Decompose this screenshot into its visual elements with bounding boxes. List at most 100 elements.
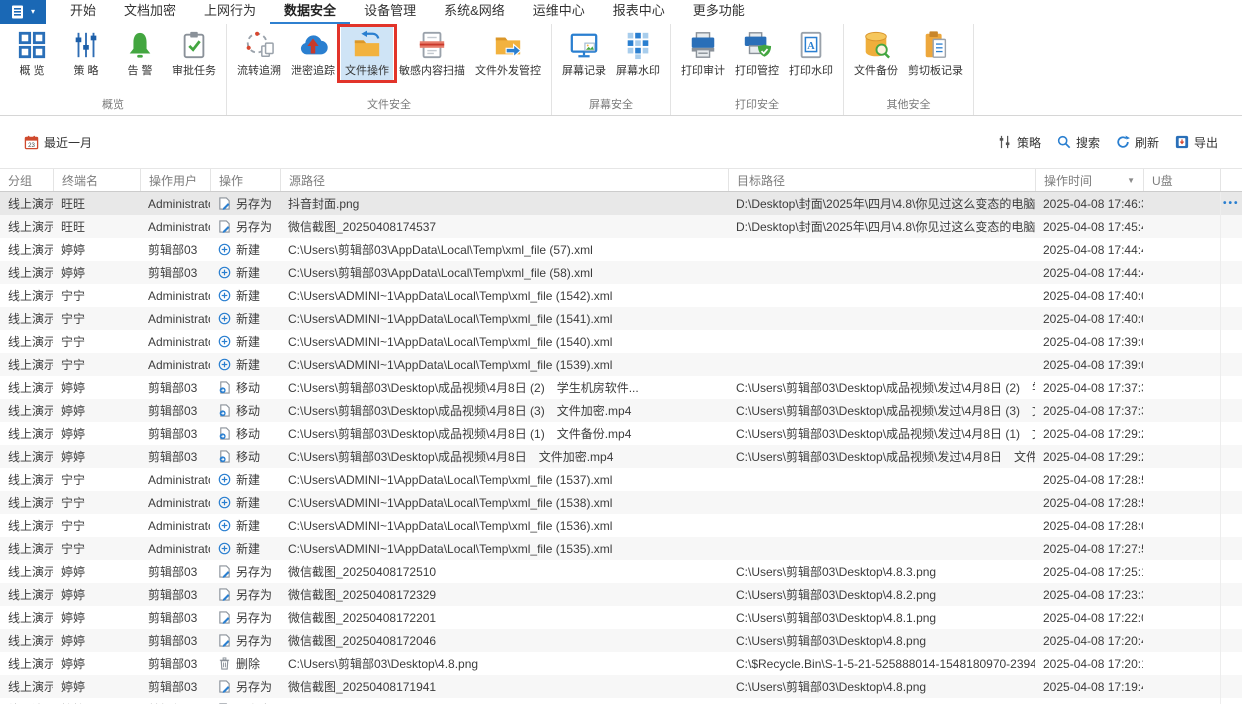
cell-terminal-name: 宁宁 <box>61 289 86 303</box>
ribbon-button[interactable]: 文件操作 <box>337 24 397 83</box>
cell-gutter <box>1220 675 1242 698</box>
tab[interactable]: 文档加密 <box>110 0 190 24</box>
ribbon-button[interactable]: 屏幕水印 <box>612 27 664 80</box>
table-row[interactable]: 线上演示旺旺 Administrator 另存为 微信截图_2025040817453… <box>0 215 1242 238</box>
cell-group: 线上演示 <box>8 381 53 395</box>
cell-operating-user: 剪辑部03 <box>148 243 198 257</box>
tab[interactable]: 系统&网络 <box>430 0 519 24</box>
table-row[interactable]: 线上演示宁宁 Administrator 新建 C:\Users\ADMINI~1\A… <box>0 514 1242 537</box>
cell-operation-time: 2025-04-08 17:44:45 <box>1043 265 1143 280</box>
cell-terminal-name: 婷婷 <box>61 565 86 579</box>
table-row[interactable]: 线上演示 婷婷 剪辑部03 新建 C:\Users\剪辑部03\AppData\Loca… <box>0 238 1242 261</box>
ribbon-button[interactable]: 剪切板记录 <box>904 27 967 80</box>
table-row[interactable]: 线上演示宁宁 Administrator 新建 C:\Users\ADMINI~1\A… <box>0 537 1242 560</box>
ribbon-button[interactable]: 告 警 <box>114 27 166 80</box>
table-row[interactable]: 线上演示旺旺 Administrator 另存为 抖音封面.png D:\Desktop… <box>0 192 1242 215</box>
cell-gutter <box>1220 629 1242 652</box>
ribbon-group-label: 屏幕安全 <box>589 99 633 111</box>
table-row[interactable]: 线上演示宁宁 Administrator 新建 C:\Users\ADMINI~1\A… <box>0 353 1242 376</box>
date-range-filter[interactable]: 23 最近一月 <box>24 134 92 151</box>
saveas-op-icon <box>218 634 231 647</box>
ribbon-button-label: 泄密追踪 <box>291 65 335 77</box>
ribbon-button[interactable]: 敏感内容扫描 <box>395 27 469 80</box>
column-header[interactable]: 终端名 <box>53 169 140 191</box>
ribbon-button[interactable]: 打印审计 <box>677 27 729 80</box>
table-row[interactable]: 线上演示 婷婷 剪辑部03 移动 C:\Users\剪辑部03\Desktop\成品视频… <box>0 376 1242 399</box>
cell-group: 线上演示 <box>8 680 53 694</box>
table-row[interactable]: 线上演示宁宁 Administrator 新建 C:\Users\ADMINI~1\A… <box>0 491 1242 514</box>
table-row[interactable]: 线上演示 婷婷 剪辑部03 另存为 微信截图_20250408172329 C:\User… <box>0 583 1242 606</box>
filter-action[interactable]: 策略 <box>998 134 1041 151</box>
cell-terminal-name: 婷婷 <box>61 381 86 395</box>
table-row[interactable]: 线上演示 婷婷 剪辑部03 删除 C:\Users\剪辑部03\Desktop\4.8.… <box>0 652 1242 675</box>
operation-label: 移动 <box>236 450 261 464</box>
move-op-icon <box>218 450 231 463</box>
ribbon-button[interactable]: 文件备份 <box>850 27 902 80</box>
cell-target-path: C:\Users\剪辑部03\Desktop\4.8.png <box>736 634 927 648</box>
column-header[interactable]: 源路径 <box>280 169 728 191</box>
column-header-label: 分组 <box>8 173 33 188</box>
cell-gutter <box>1220 261 1242 284</box>
cell-operating-user: 剪辑部03 <box>140 698 210 704</box>
ribbon-button[interactable]: 屏幕记录 <box>558 27 610 80</box>
operation-label: 另存为 <box>236 634 273 648</box>
table-row[interactable]: 线上演示宁宁 Administrator 新建 C:\Users\ADMINI~1\A… <box>0 468 1242 491</box>
table-row[interactable]: 线上演示 婷婷 剪辑部03 移动 C:\Users\剪辑部03\Desktop\成品视频… <box>0 399 1242 422</box>
filter-action[interactable]: 搜索 <box>1057 134 1100 151</box>
ribbon-button[interactable]: A 打印水印 <box>785 27 837 80</box>
cell-operation: 另存为 <box>210 192 280 215</box>
ribbon-button-label: 剪切板记录 <box>908 65 963 77</box>
filter-action[interactable]: 刷新 <box>1116 134 1159 151</box>
table-row[interactable]: 线上演示宁宁 Administrator 新建 C:\Users\ADMINI~1\A… <box>0 330 1242 353</box>
table-row[interactable]: 线上演示 婷婷 剪辑部03 另存为 微信截图_20250408171941 C:\User… <box>0 675 1242 698</box>
cell-usb <box>1143 491 1220 514</box>
table-row[interactable]: 线上演示 婷婷 剪辑部03 移动 C:\Users\剪辑部03\Desktop\成品视频… <box>0 422 1242 445</box>
column-header[interactable]: 分组 <box>0 169 53 191</box>
ribbon-button[interactable]: 泄密追踪 <box>287 27 339 80</box>
column-header[interactable]: 操作时间 ▼ <box>1035 169 1143 191</box>
row-actions-ellipsis-icon[interactable]: ••• <box>1223 198 1240 209</box>
cell-usb <box>1143 629 1220 652</box>
cell-usb <box>1143 560 1220 583</box>
menu-caret-icon: ▾ <box>30 7 35 16</box>
ribbon-button[interactable]: 文件外发管控 <box>471 27 545 80</box>
tab-bar-tabs: 开始 文档加密 上网行为 数据安全 设备管理 系统&网络 运维中心 报表中心 更多功能 <box>56 0 759 24</box>
table-row[interactable]: 线上演示婷婷剪辑部03另存为 <box>0 698 1242 704</box>
ribbon-button[interactable]: 流转追溯 <box>233 27 285 80</box>
app-menu-button[interactable]: ▾ <box>0 0 46 24</box>
tab[interactable]: 上网行为 <box>190 0 270 24</box>
ribbon-button[interactable]: 打印管控 <box>731 27 783 80</box>
column-header[interactable]: U盘 <box>1143 169 1220 191</box>
tab[interactable]: 设备管理 <box>350 0 430 24</box>
sort-caret-icon[interactable]: ▼ <box>1127 176 1135 185</box>
table-row[interactable]: 线上演示 婷婷 剪辑部03 另存为 微信截图_20250408172510 C:\User… <box>0 560 1242 583</box>
cell-target-path <box>728 537 1035 560</box>
column-header[interactable]: 操作 <box>210 169 280 191</box>
ribbon-button[interactable]: 审批任务 <box>168 27 220 80</box>
table-row[interactable]: 线上演示 婷婷 剪辑部03 另存为 微信截图_20250408172201 C:\User… <box>0 606 1242 629</box>
cell-group: 线上演示 <box>8 473 53 487</box>
ribbon-button[interactable]: 概 览 <box>6 27 58 80</box>
cell-source-path: C:\Users\ADMINI~1\AppData\Local\Temp\xml… <box>288 357 613 372</box>
tab[interactable]: 更多功能 <box>679 0 759 24</box>
new-op-icon <box>218 542 231 555</box>
cell-terminal-name: 婷婷 <box>61 243 86 257</box>
ribbon-button[interactable]: 策 略 <box>60 27 112 80</box>
table-row[interactable]: 线上演示 婷婷 剪辑部03 移动 C:\Users\剪辑部03\Desktop\成品视频… <box>0 445 1242 468</box>
tab[interactable]: 运维中心 <box>519 0 599 24</box>
table-row[interactable]: 线上演示宁宁 Administrator 新建 C:\Users\ADMINI~1\A… <box>0 307 1242 330</box>
column-header[interactable]: 目标路径 <box>728 169 1035 191</box>
filter-action[interactable]: 导出 <box>1175 134 1218 151</box>
tab[interactable]: 报表中心 <box>599 0 679 24</box>
tab[interactable]: 开始 <box>56 0 110 24</box>
table-row[interactable]: 线上演示 婷婷 剪辑部03 新建 C:\Users\剪辑部03\AppData\Loca… <box>0 261 1242 284</box>
cell-gutter <box>1220 284 1242 307</box>
column-header[interactable]: 操作用户 <box>140 169 210 191</box>
table-row[interactable]: 线上演示宁宁 Administrator 新建 C:\Users\ADMINI~1\A… <box>0 284 1242 307</box>
table-row[interactable]: 线上演示 婷婷 剪辑部03 另存为 微信截图_20250408172046 C:\User… <box>0 629 1242 652</box>
cell-operation-time: 2025-04-08 17:20:49 <box>1043 633 1143 648</box>
ribbon-button-label: 流转追溯 <box>237 65 281 77</box>
tab[interactable]: 数据安全 <box>270 0 351 24</box>
cell-gutter <box>1220 698 1242 704</box>
cell-operation: 新建 <box>210 537 280 560</box>
